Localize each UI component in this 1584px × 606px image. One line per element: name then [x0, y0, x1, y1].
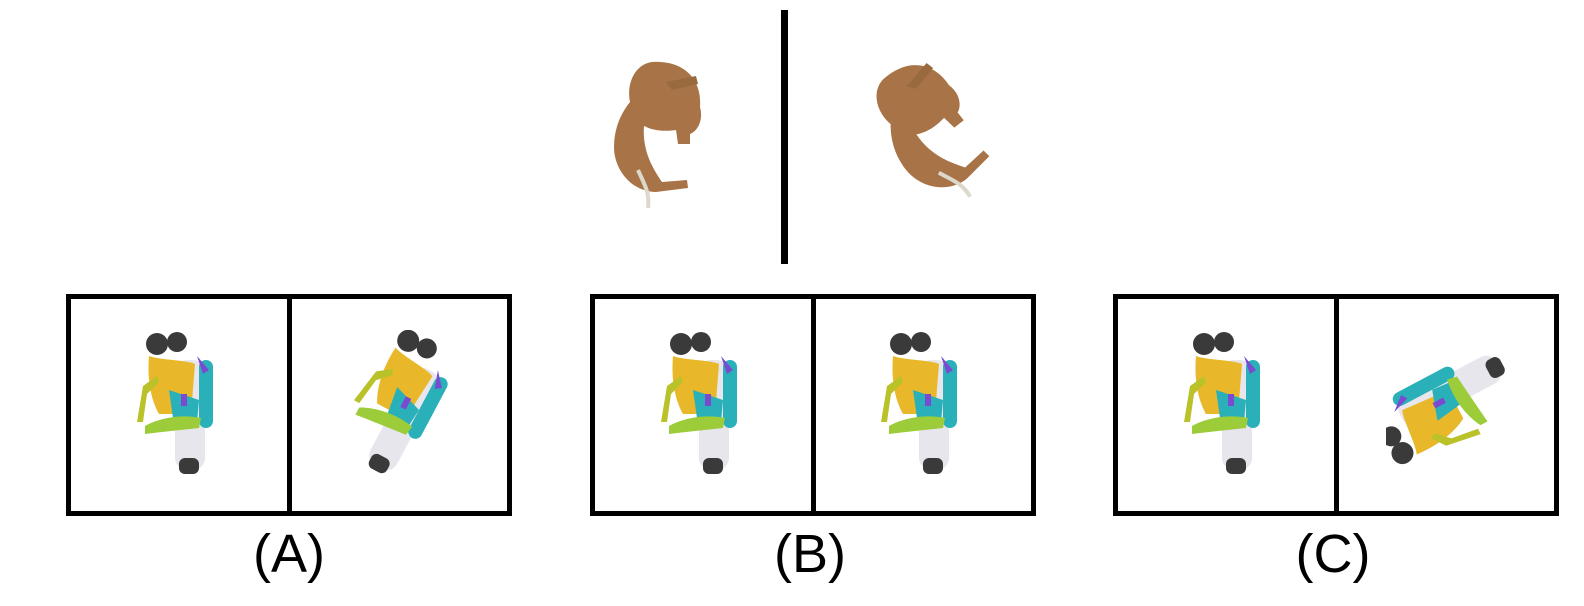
- elephant-rotated-icon: [851, 58, 1008, 208]
- option-b-label: (B): [774, 524, 846, 584]
- option-b-left-cell: [595, 299, 811, 511]
- motorcycle-rider-rotated-icon: [339, 330, 460, 480]
- option-c-label: (C): [1295, 524, 1371, 584]
- option-a-right-cell: [286, 299, 508, 511]
- elephant-icon: [612, 59, 704, 210]
- option-b-panel[interactable]: [590, 294, 1036, 516]
- motorcycle-rider-rotated-icon: [1386, 340, 1507, 480]
- motorcycle-rider-icon: [1169, 332, 1262, 474]
- reference-divider: [781, 10, 788, 264]
- motorcycle-rider-icon: [646, 332, 739, 474]
- option-c-left-cell: [1118, 299, 1334, 511]
- motorcycle-rider-icon: [867, 332, 960, 474]
- option-c-right-cell: [1333, 299, 1555, 511]
- motorcycle-rider-icon: [122, 332, 215, 474]
- option-a-label: (A): [253, 524, 325, 584]
- option-c-panel[interactable]: [1113, 294, 1559, 516]
- option-b-right-cell: [810, 299, 1032, 511]
- option-a-left-cell: [71, 299, 287, 511]
- option-a-panel[interactable]: [66, 294, 512, 516]
